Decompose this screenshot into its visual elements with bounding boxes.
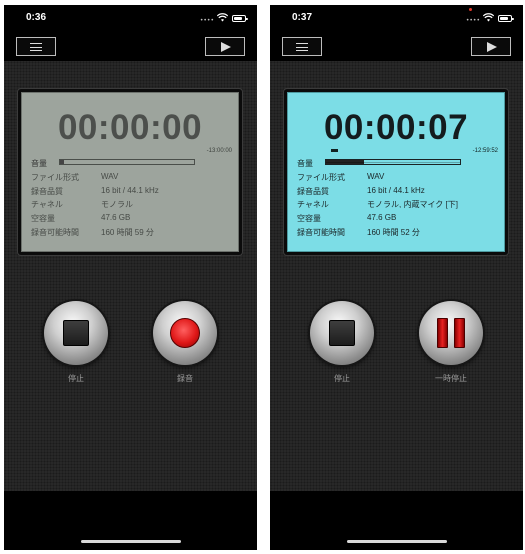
info-value: 16 bit / 44.1 kHz: [101, 185, 159, 195]
info-value: モノラル: [101, 200, 133, 210]
info-row-free-space: 空容量 47.6 GB: [297, 213, 500, 227]
info-row-quality: 録音品質 16 bit / 44.1 kHz: [31, 186, 234, 200]
level-label: 音量: [31, 159, 47, 168]
info-value: 47.6 GB: [367, 213, 397, 223]
pause-icon: [437, 318, 465, 348]
info-key: 録音品質: [31, 186, 63, 196]
menu-button[interactable]: [16, 37, 56, 56]
remaining-time: -13:00:00: [206, 148, 232, 154]
hamburger-icon: [296, 43, 308, 51]
record-icon: [170, 318, 200, 348]
stop-button[interactable]: [310, 301, 374, 365]
bottom-area: [270, 491, 523, 550]
status-time: 0:37: [292, 12, 313, 23]
wifi-icon: [217, 13, 228, 22]
recorder-panel: 00:00:07 -12:59:52 音量 ファイル形式 WAV 録音品質 16…: [270, 61, 523, 491]
info-key: 録音品質: [297, 186, 329, 196]
status-time: 0:36: [26, 12, 47, 23]
phone-screen-recording: 0:37 •••• 00:00:07 -12:59:52 音量 ファイル形式 W…: [270, 5, 523, 550]
info-row-format: ファイル形式 WAV: [31, 172, 234, 186]
info-key: チャネル: [31, 200, 63, 210]
play-button[interactable]: [205, 37, 245, 56]
lcd-display: 00:00:00 -13:00:00 音量 ファイル形式 WAV 録音品質 16…: [21, 92, 239, 252]
info-row-format: ファイル形式 WAV: [297, 172, 500, 186]
battery-icon: [232, 15, 248, 22]
home-indicator[interactable]: [347, 540, 447, 543]
play-button[interactable]: [471, 37, 511, 56]
level-meter: [59, 159, 195, 165]
lcd-frame: 00:00:07 -12:59:52 音量 ファイル形式 WAV 録音品質 16…: [284, 89, 508, 255]
info-key: 録音可能時間: [31, 227, 79, 237]
record-label: 録音: [177, 374, 193, 383]
level-meter-peak-line: [326, 162, 460, 163]
info-key: 空容量: [31, 214, 55, 224]
pause-button[interactable]: [419, 301, 483, 365]
play-icon: [221, 42, 231, 52]
info-value: WAV: [101, 172, 119, 181]
info-key: ファイル形式: [297, 173, 345, 182]
info-row-available-time: 録音可能時間 160 時間 52 分: [297, 227, 500, 241]
info-row-free-space: 空容量 47.6 GB: [31, 213, 234, 227]
phone-screen-idle: 0:36 •••• 00:00:00 -13:00:00 音量 ファイル形式 W…: [4, 5, 257, 550]
info-value: モノラル, 内蔵マイク [下]: [367, 200, 458, 210]
remaining-time: -12:59:52: [472, 148, 498, 154]
info-key: 録音可能時間: [297, 227, 345, 237]
cellular-signal-icon: ••••: [465, 17, 480, 24]
elapsed-time: 00:00:00: [57, 108, 203, 147]
info-row-available-time: 録音可能時間 160 時間 59 分: [31, 227, 234, 241]
level-meter: [325, 159, 461, 165]
stop-label: 停止: [334, 374, 350, 383]
info-key: 空容量: [297, 214, 321, 224]
recording-indicator-icon: [469, 8, 472, 11]
info-key: チャネル: [297, 200, 329, 210]
status-bar: 0:36 ••••: [4, 5, 257, 31]
lcd-display: 00:00:07 -12:59:52 音量 ファイル形式 WAV 録音品質 16…: [287, 92, 505, 252]
info-list: ファイル形式 WAV 録音品質 16 bit / 44.1 kHz チャネル モ…: [31, 172, 234, 240]
level-meter-fill: [60, 160, 65, 164]
info-value: 16 bit / 44.1 kHz: [367, 185, 425, 195]
info-value: WAV: [367, 172, 385, 181]
info-row-channel: チャネル モノラル, 内蔵マイク [下]: [297, 199, 500, 213]
status-bar: 0:37 ••••: [270, 5, 523, 31]
stop-icon: [63, 320, 89, 346]
hamburger-icon: [30, 43, 42, 51]
lcd-frame: 00:00:00 -13:00:00 音量 ファイル形式 WAV 録音品質 16…: [18, 89, 242, 255]
cellular-signal-icon: ••••: [199, 17, 214, 24]
info-list: ファイル形式 WAV 録音品質 16 bit / 44.1 kHz チャネル モ…: [297, 172, 500, 240]
toolbar: [4, 31, 257, 61]
stop-icon: [329, 320, 355, 346]
stop-label: 停止: [68, 374, 84, 383]
stop-button[interactable]: [44, 301, 108, 365]
info-row-quality: 録音品質 16 bit / 44.1 kHz: [297, 186, 500, 200]
pause-label: 一時停止: [435, 374, 467, 383]
info-value: 160 時間 59 分: [101, 227, 154, 237]
info-key: ファイル形式: [31, 173, 79, 182]
battery-icon: [498, 15, 514, 22]
record-button[interactable]: [153, 301, 217, 365]
elapsed-time: 00:00:07: [323, 108, 469, 147]
info-value: 47.6 GB: [101, 213, 131, 223]
recorder-panel: 00:00:00 -13:00:00 音量 ファイル形式 WAV 録音品質 16…: [4, 61, 257, 491]
home-indicator[interactable]: [81, 540, 181, 543]
toolbar: [270, 31, 523, 61]
bottom-area: [4, 491, 257, 550]
menu-button[interactable]: [282, 37, 322, 56]
level-label: 音量: [297, 159, 313, 168]
play-icon: [487, 42, 497, 52]
wifi-icon: [483, 13, 494, 22]
info-value: 160 時間 52 分: [367, 227, 420, 237]
recording-marker: [331, 149, 338, 152]
info-row-channel: チャネル モノラル: [31, 199, 234, 213]
